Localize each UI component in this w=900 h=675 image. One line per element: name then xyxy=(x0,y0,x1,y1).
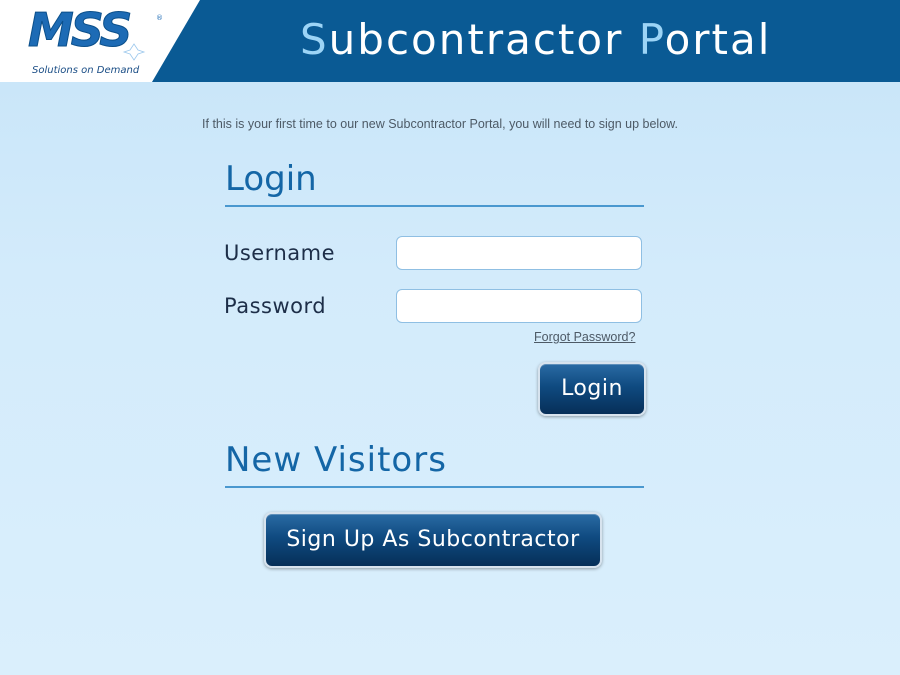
new-visitors-divider xyxy=(225,486,644,488)
title-part-1: ubcontractor xyxy=(328,15,639,64)
password-input[interactable] xyxy=(396,289,642,323)
new-visitors-heading: New Visitors xyxy=(225,440,447,480)
username-input[interactable] xyxy=(396,236,642,270)
page-title: Subcontractor Portal xyxy=(300,14,771,66)
login-button[interactable]: Login xyxy=(538,362,646,416)
logo-tagline: Solutions on Demand xyxy=(32,65,140,76)
login-heading: Login xyxy=(225,159,317,199)
title-initial-p: P xyxy=(638,15,665,64)
intro-text: If this is your first time to our new Su… xyxy=(202,117,678,131)
logo[interactable]: MSS ® Solutions on Demand xyxy=(0,0,200,82)
login-divider xyxy=(225,205,644,207)
password-label: Password xyxy=(224,294,327,318)
header-bar: MSS ® Solutions on Demand Subcontractor … xyxy=(0,0,900,82)
sign-up-button[interactable]: Sign Up As Subcontractor xyxy=(264,512,602,568)
title-initial-s: S xyxy=(300,15,329,64)
forgot-password-link[interactable]: Forgot Password? xyxy=(534,330,635,344)
logo-star-swoosh-icon xyxy=(9,43,157,61)
logo-registered-mark: ® xyxy=(156,14,163,22)
title-part-2: ortal xyxy=(664,15,772,64)
username-label: Username xyxy=(224,241,336,265)
